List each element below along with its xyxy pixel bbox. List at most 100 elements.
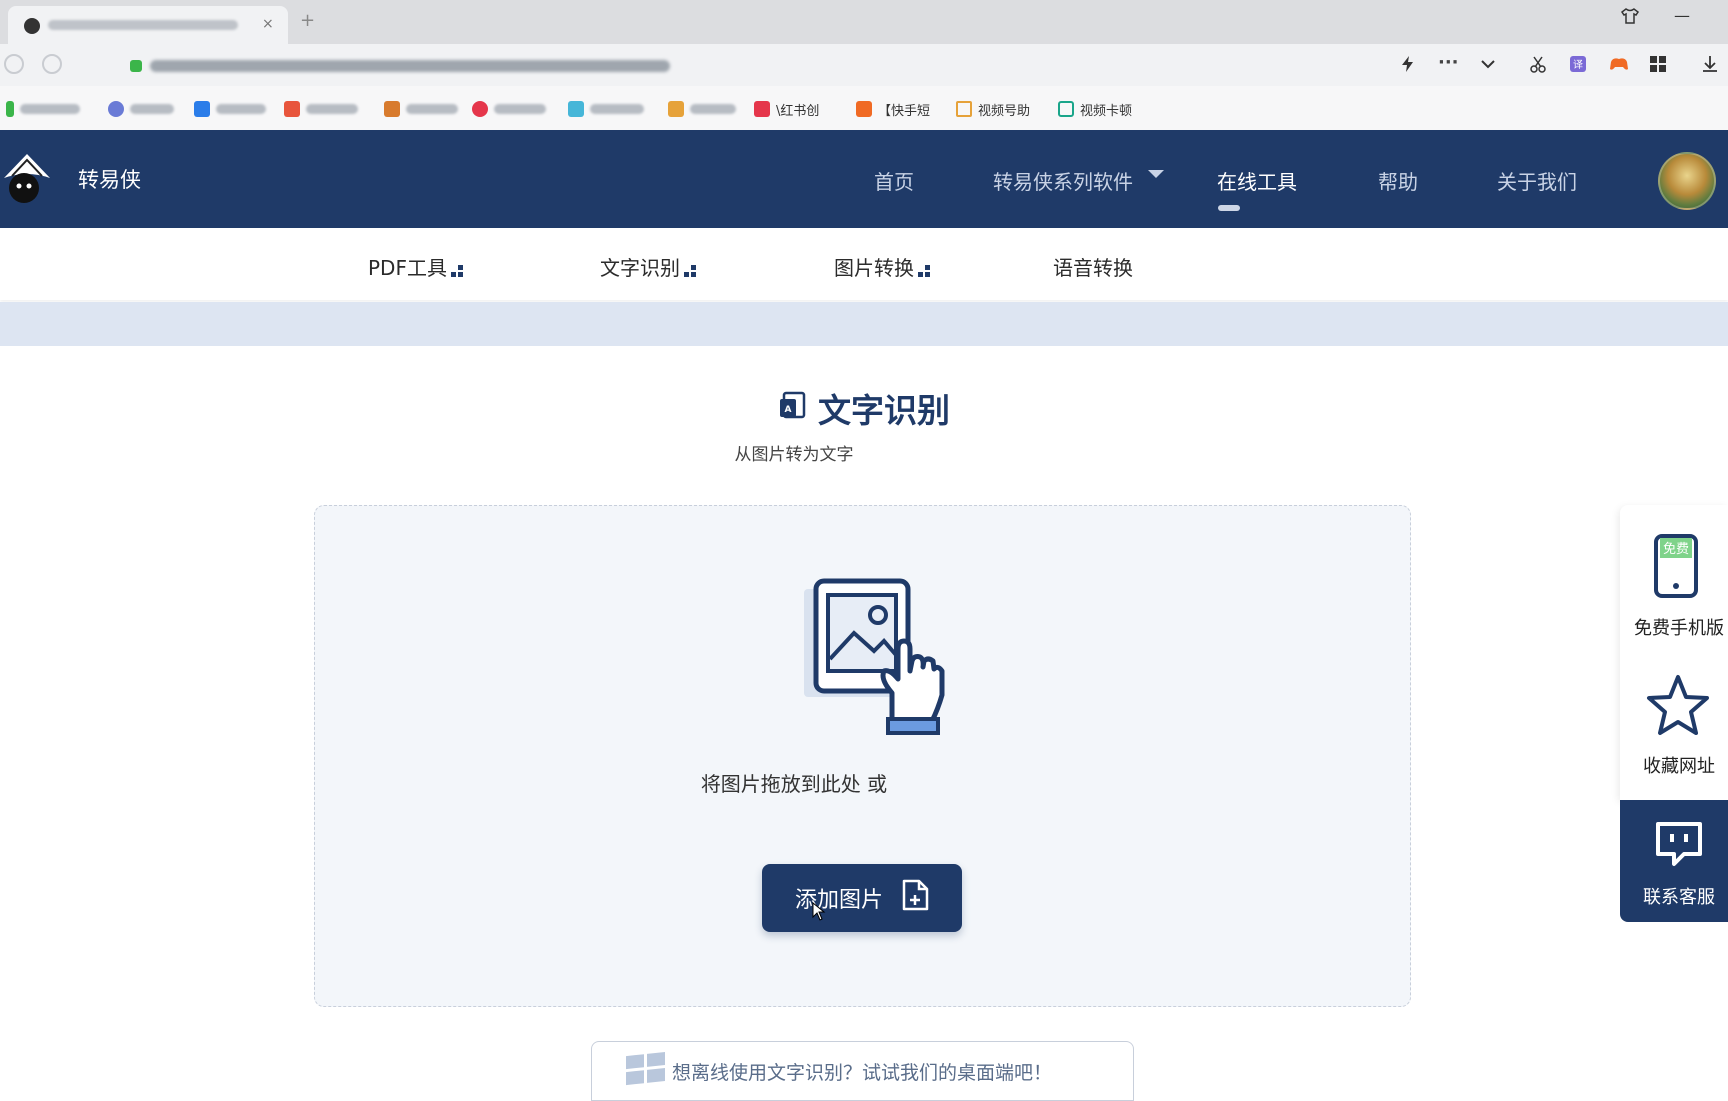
bookmark-item[interactable]	[108, 100, 174, 118]
bookmark-favicon-icon	[956, 101, 972, 117]
apps-icon[interactable]	[1648, 54, 1668, 79]
svg-text:A: A	[785, 405, 792, 415]
brand-logo-icon[interactable]	[2, 148, 52, 206]
chat-bubble-icon	[1654, 820, 1704, 872]
ocr-icon: A	[778, 391, 808, 425]
mobile-version-link[interactable]: 免费手机版	[1620, 614, 1728, 640]
bookmark-favicon-icon	[754, 101, 770, 117]
bookmark-item[interactable]: 【快手短	[856, 100, 931, 119]
file-add-icon	[901, 879, 929, 917]
subnav-label: 语音转换	[1053, 256, 1133, 280]
refresh-icon[interactable]	[4, 54, 24, 74]
url-text-blurred	[150, 60, 670, 72]
download-icon[interactable]	[1700, 54, 1720, 79]
bookmark-favicon-icon	[284, 101, 300, 117]
customer-service-label[interactable]: 联系客服	[1620, 883, 1728, 909]
user-avatar[interactable]	[1658, 152, 1716, 210]
bookmark-label-blurred	[590, 104, 644, 114]
secure-lock-icon	[130, 60, 142, 72]
page-title: 文字识别	[818, 391, 950, 430]
bookmark-label: 【快手短	[878, 103, 931, 119]
game-icon[interactable]	[1608, 54, 1630, 79]
star-icon[interactable]	[1644, 672, 1712, 744]
decorative-strip	[0, 302, 1728, 346]
bookmark-item[interactable]	[6, 100, 80, 118]
bookmark-label: 视频卡顿	[1080, 103, 1133, 119]
bookmark-label-blurred	[216, 104, 266, 114]
bookmark-item[interactable]	[472, 100, 546, 118]
bookmark-item[interactable]	[568, 100, 644, 118]
windows-logo-icon	[626, 1052, 666, 1086]
dropzone-hint: 将图片拖放到此处 或	[700, 772, 888, 796]
add-image-label: 添加图片	[794, 888, 883, 913]
bookmark-label-blurred	[406, 104, 458, 114]
bookmark-favicon-icon	[1058, 101, 1074, 117]
bookmark-item[interactable]	[668, 100, 736, 118]
bookmark-label-blurred	[306, 104, 358, 114]
bookmark-item[interactable]	[384, 100, 458, 118]
bookmark-site-link[interactable]: 收藏网址	[1620, 752, 1728, 778]
scissors-icon[interactable]	[1528, 54, 1548, 79]
bookmark-favicon-icon	[194, 101, 210, 117]
active-nav-indicator	[1218, 205, 1240, 211]
bookmark-label: \红书创	[776, 103, 820, 119]
add-image-button[interactable]: 添加图片	[762, 864, 962, 932]
bookmark-favicon-icon	[108, 101, 124, 117]
mobile-free-badge: 免费	[1663, 542, 1689, 557]
page-title-group: A 文字识别	[778, 384, 950, 432]
nav-online-tools[interactable]: 在线工具	[1217, 166, 1297, 195]
grid-icon	[684, 264, 696, 277]
bookmark-favicon-icon	[6, 101, 14, 117]
grid-icon	[918, 264, 930, 277]
bookmark-label-blurred	[130, 104, 174, 114]
subnav-label: 图片转换	[834, 256, 914, 280]
mouse-cursor-icon	[812, 901, 826, 926]
nav-software[interactable]: 转易侠系列软件	[993, 166, 1133, 195]
image-upload-icon	[800, 575, 950, 735]
subnav-label: PDF工具	[368, 256, 447, 280]
new-tab-icon[interactable]: +	[300, 10, 315, 31]
subnav-voice-convert[interactable]: 语音转换	[1053, 252, 1133, 281]
subnav-pdf-tools[interactable]: PDF工具	[368, 252, 463, 281]
home-icon[interactable]	[42, 54, 62, 74]
nav-about[interactable]: 关于我们	[1497, 166, 1577, 195]
desktop-client-text[interactable]: 想离线使用文字识别？试试我们的桌面端吧！	[672, 1058, 1052, 1085]
bookmark-label: 视频号助	[978, 103, 1031, 119]
translate-icon[interactable]: 译	[1568, 54, 1588, 79]
bookmark-favicon-icon	[384, 101, 400, 117]
subnav-ocr[interactable]: 文字识别	[600, 252, 696, 281]
flash-icon[interactable]	[1398, 54, 1418, 79]
bookmark-favicon-icon	[856, 101, 872, 117]
bookmark-label-blurred	[690, 104, 736, 114]
subnav-image-convert[interactable]: 图片转换	[834, 252, 930, 281]
brand-name[interactable]: 转易侠	[78, 164, 141, 194]
minimize-icon[interactable]: —	[1674, 6, 1690, 25]
chevron-down-icon[interactable]	[1478, 54, 1498, 79]
mobile-phone-icon[interactable]: 免费	[1652, 532, 1700, 604]
caret-down-icon	[1148, 170, 1164, 178]
bookmark-item[interactable]: 视频号助	[956, 100, 1031, 119]
tab-favicon-icon	[24, 18, 40, 34]
bookmark-favicon-icon	[668, 101, 684, 117]
tab-close-icon[interactable]: ×	[262, 16, 274, 32]
tab-title-blurred	[48, 20, 238, 30]
bookmark-favicon-icon	[568, 101, 584, 117]
bookmark-item[interactable]: 视频卡顿	[1058, 100, 1133, 119]
bookmark-item[interactable]: \红书创	[754, 100, 820, 119]
page-subtitle-row: 从图片转为文字	[0, 440, 1728, 465]
site-header	[0, 130, 1728, 228]
dropzone-hint-row: 将图片拖放到此处 或	[0, 768, 1728, 797]
svg-text:译: 译	[1573, 59, 1583, 71]
bookmark-item[interactable]	[284, 100, 358, 118]
browser-tab[interactable]: ×	[8, 6, 288, 44]
bookmark-label-blurred	[494, 104, 546, 114]
bookmark-favicon-icon	[472, 101, 488, 117]
nav-help[interactable]: 帮助	[1378, 166, 1418, 195]
shirt-icon[interactable]	[1620, 6, 1640, 31]
nav-home[interactable]: 首页	[874, 166, 914, 195]
page-subtitle: 从图片转为文字	[734, 445, 854, 465]
bookmark-label-blurred	[20, 104, 80, 114]
bookmark-item[interactable]	[194, 100, 266, 118]
subnav-label: 文字识别	[600, 256, 680, 280]
more-icon[interactable]: ···	[1438, 52, 1459, 73]
